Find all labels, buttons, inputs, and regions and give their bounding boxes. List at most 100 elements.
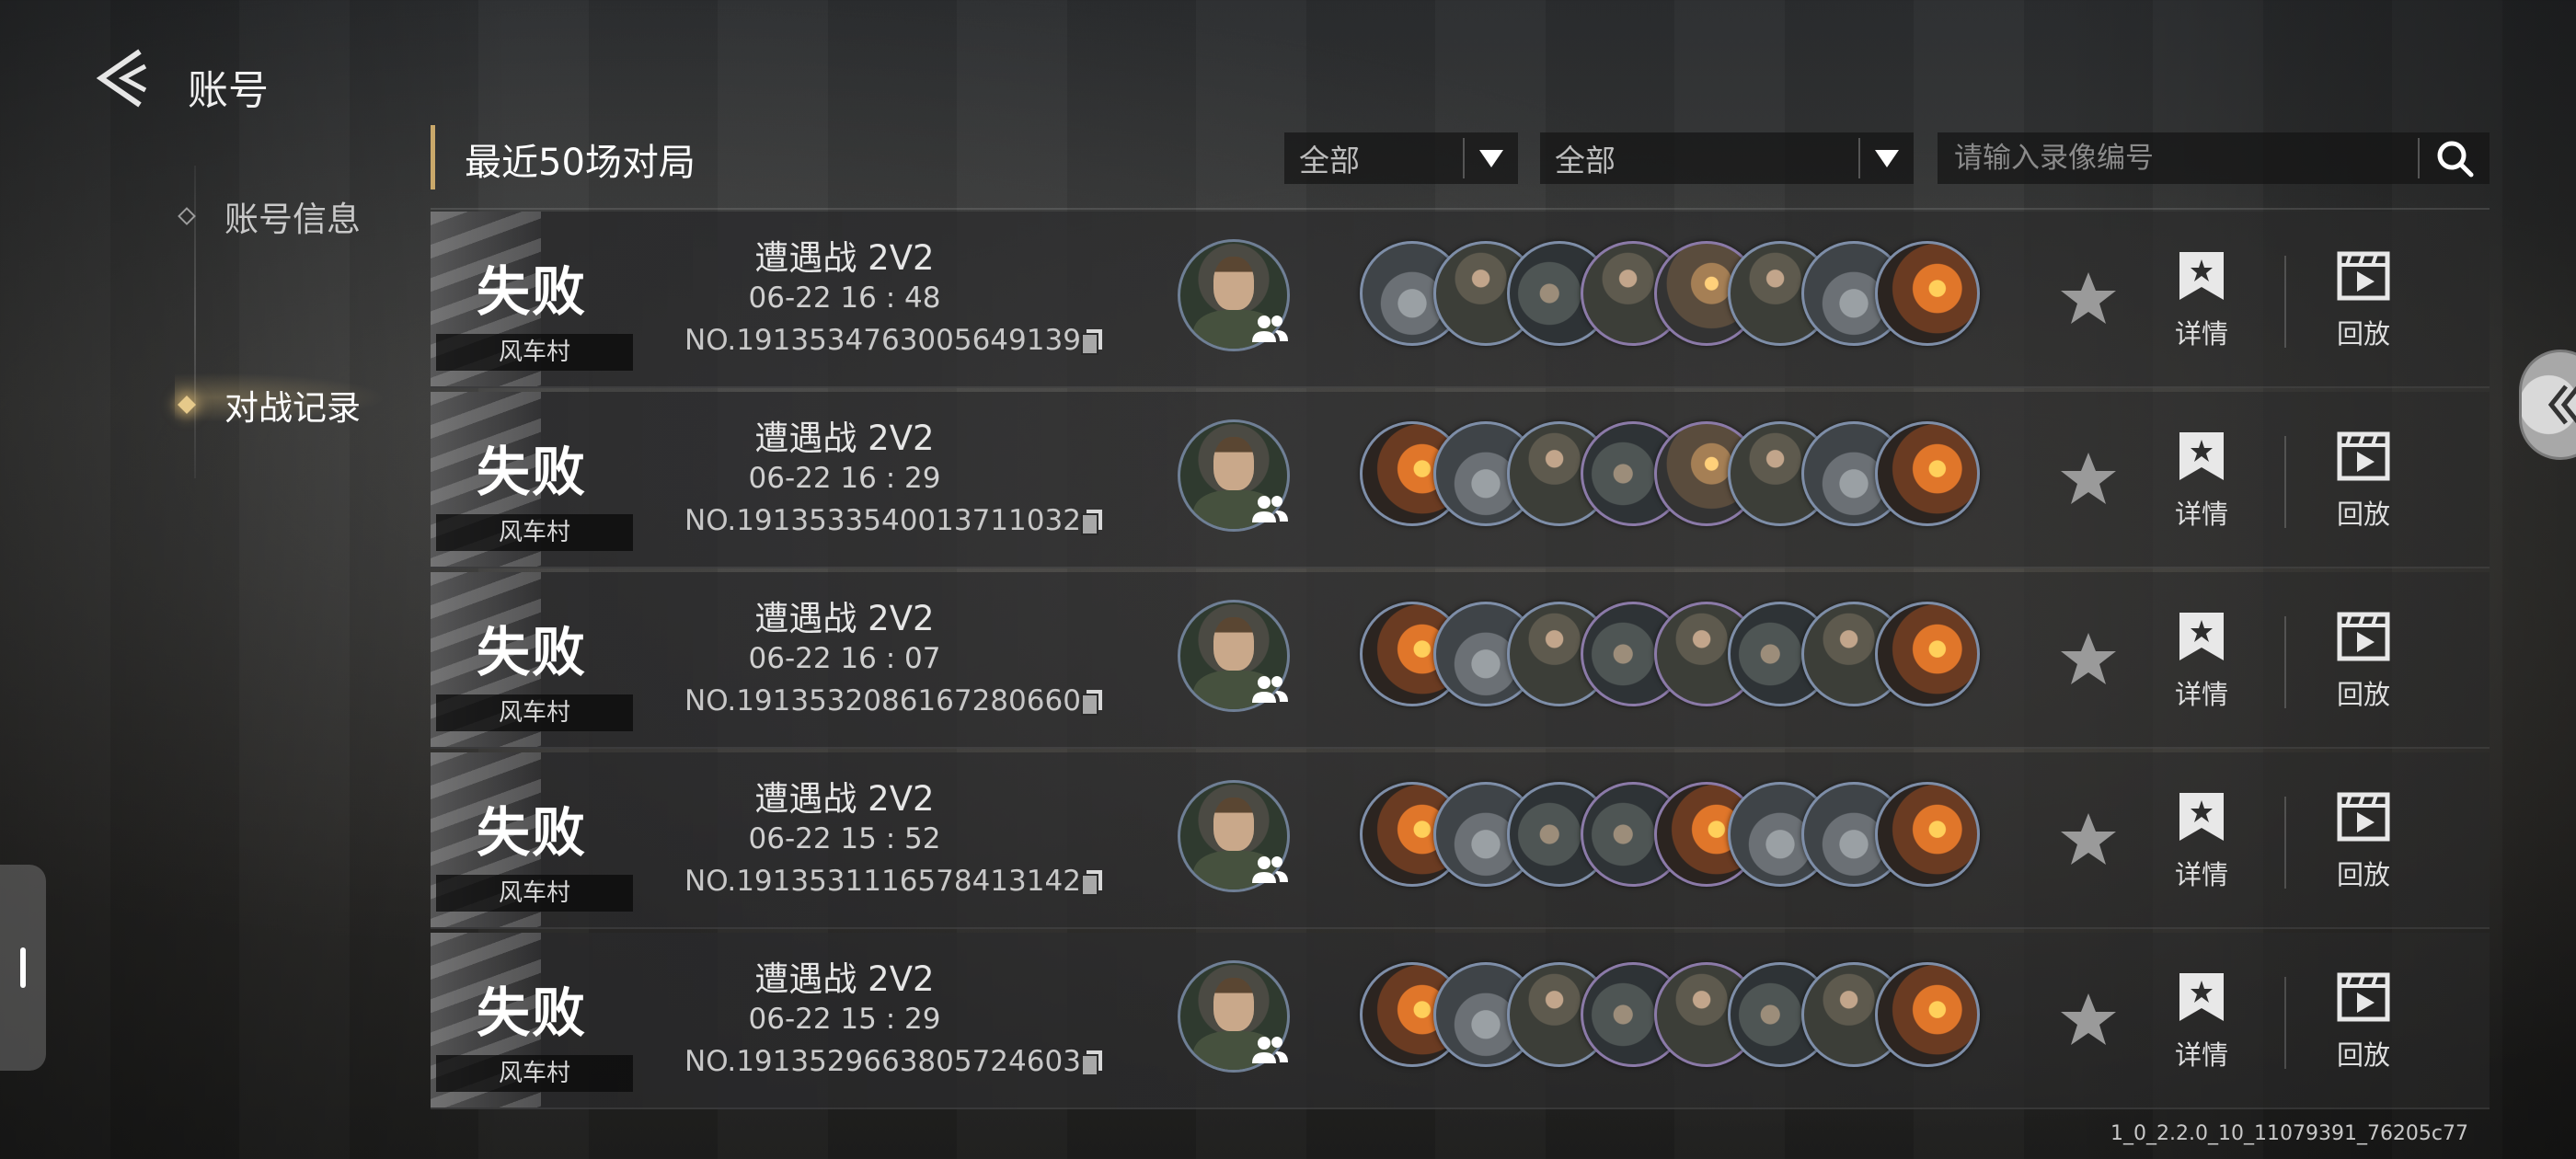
sidebar-item-label: 对战记录 xyxy=(224,388,361,428)
favorite-star-icon[interactable] xyxy=(2059,990,2118,1049)
copy-icon[interactable] xyxy=(1080,1049,1104,1076)
sidebar-item-battle-records[interactable]: 对战记录 xyxy=(178,380,361,430)
replay-id-search-input[interactable] xyxy=(1938,132,2418,185)
map-name: 风车村 xyxy=(436,514,633,551)
match-row: 失败 风车村 遭遇战 2V2 06-22 15 : 29 NO.19135296… xyxy=(431,933,2490,1109)
unit-card-icon[interactable] xyxy=(1875,421,1980,526)
details-button[interactable]: 详情 xyxy=(2160,248,2243,351)
details-bookmark-icon xyxy=(2179,432,2224,480)
match-row: 失败 风车村 遭遇战 2V2 06-22 16 : 48 NO.19135347… xyxy=(431,212,2490,388)
match-mode: 遭遇战 2V2 xyxy=(754,599,935,638)
details-bookmark-icon xyxy=(2179,613,2224,660)
search-box xyxy=(1938,132,2490,185)
double-chevron-left-icon xyxy=(2547,384,2576,425)
action-divider xyxy=(2284,436,2286,528)
unit-card-icon[interactable] xyxy=(1875,241,1980,346)
side-drawer-handle[interactable] xyxy=(0,865,46,1071)
match-id: NO.1913531116578413142 xyxy=(684,865,1081,898)
dropdown-arrow-icon xyxy=(1465,147,1518,169)
replay-label: 回放 xyxy=(2336,1039,2390,1071)
details-label: 详情 xyxy=(2174,1039,2228,1071)
page-title: 账号 xyxy=(188,67,269,114)
match-result: 失败 xyxy=(477,441,588,503)
replay-button[interactable]: 回放 xyxy=(2322,970,2405,1073)
header-divider xyxy=(431,208,2490,210)
match-list: 失败 风车村 遭遇战 2V2 06-22 16 : 48 NO.19135347… xyxy=(431,212,2490,1113)
action-divider xyxy=(2284,616,2286,708)
match-mode: 遭遇战 2V2 xyxy=(754,779,935,819)
favorite-star-icon[interactable] xyxy=(2059,809,2118,868)
unit-card-icon[interactable] xyxy=(1875,602,1980,706)
details-button[interactable]: 详情 xyxy=(2160,609,2243,712)
details-bookmark-icon xyxy=(2179,252,2224,300)
avatar-face xyxy=(1213,257,1254,310)
match-result: 失败 xyxy=(477,981,588,1044)
match-row: 失败 风车村 遭遇战 2V2 06-22 16 : 29 NO.19135335… xyxy=(431,392,2490,568)
details-label: 详情 xyxy=(2174,859,2228,890)
avatar-face xyxy=(1213,437,1254,490)
replay-button[interactable]: 回放 xyxy=(2322,429,2405,532)
replay-film-icon xyxy=(2337,972,2390,1022)
replay-button[interactable]: 回放 xyxy=(2322,789,2405,892)
team-icon[interactable] xyxy=(1249,313,1290,344)
details-label: 详情 xyxy=(2174,318,2228,350)
details-button[interactable]: 详情 xyxy=(2160,970,2243,1073)
team-icon[interactable] xyxy=(1249,854,1290,885)
details-button[interactable]: 详情 xyxy=(2160,789,2243,892)
action-divider xyxy=(2284,256,2286,348)
dropdown-arrow-icon xyxy=(1860,147,1914,169)
details-bookmark-icon xyxy=(2179,793,2224,841)
match-mode: 遭遇战 2V2 xyxy=(754,419,935,458)
match-result: 失败 xyxy=(477,260,588,323)
unit-card-icon[interactable] xyxy=(1875,962,1980,1067)
match-time: 06-22 16 : 29 xyxy=(748,462,941,495)
avatar-face xyxy=(1213,798,1254,851)
favorite-star-icon[interactable] xyxy=(2059,269,2118,327)
version-label: 1_0_2.2.0_10_11079391_76205c77 xyxy=(2110,1122,2469,1145)
details-button[interactable]: 详情 xyxy=(2160,429,2243,532)
favorite-star-icon[interactable] xyxy=(2059,629,2118,688)
match-time: 06-22 15 : 29 xyxy=(748,1003,941,1036)
favorite-star-icon[interactable] xyxy=(2059,449,2118,508)
match-id: NO.1913534763005649139 xyxy=(684,324,1081,357)
diamond-icon xyxy=(178,207,196,225)
details-label: 详情 xyxy=(2174,679,2228,710)
search-button[interactable] xyxy=(2420,132,2490,184)
copy-icon[interactable] xyxy=(1080,868,1104,896)
sidebar-item-account-info[interactable]: 账号信息 xyxy=(178,191,361,241)
unit-card-icon[interactable] xyxy=(1875,782,1980,887)
replay-film-icon xyxy=(2337,431,2390,481)
avatar-face xyxy=(1213,978,1254,1031)
team-icon[interactable] xyxy=(1249,493,1290,524)
copy-icon[interactable] xyxy=(1080,508,1104,535)
team-icon[interactable] xyxy=(1249,673,1290,705)
filter-dropdown-2[interactable]: 全部 xyxy=(1540,132,1914,184)
copy-icon[interactable] xyxy=(1080,688,1104,716)
section-accent-bar xyxy=(431,125,435,189)
expand-panel-button[interactable] xyxy=(2519,350,2576,460)
section-title: 最近50场对局 xyxy=(465,142,696,184)
replay-button[interactable]: 回放 xyxy=(2322,609,2405,712)
replay-label: 回放 xyxy=(2336,318,2390,350)
back-arrow-icon xyxy=(96,49,147,108)
replay-label: 回放 xyxy=(2336,859,2390,890)
filter-dropdown-1[interactable]: 全部 xyxy=(1284,132,1518,184)
match-id: NO.1913529663805724603 xyxy=(684,1045,1081,1078)
replay-film-icon xyxy=(2337,792,2390,842)
diamond-icon xyxy=(178,396,196,414)
copy-icon[interactable] xyxy=(1080,327,1104,355)
match-row: 失败 风车村 遭遇战 2V2 06-22 15 : 52 NO.19135311… xyxy=(431,752,2490,929)
match-result: 失败 xyxy=(477,621,588,683)
replay-button[interactable]: 回放 xyxy=(2322,248,2405,351)
replay-label: 回放 xyxy=(2336,679,2390,710)
dropdown-value: 全部 xyxy=(1555,143,1616,178)
team-icon[interactable] xyxy=(1249,1034,1290,1065)
handle-bar xyxy=(20,947,26,988)
details-label: 详情 xyxy=(2174,499,2228,530)
map-name: 风车村 xyxy=(436,1055,633,1092)
match-id: NO.1913532086167280660 xyxy=(684,684,1081,717)
dropdown-value: 全部 xyxy=(1299,143,1360,178)
replay-label: 回放 xyxy=(2336,499,2390,530)
back-button[interactable] xyxy=(92,46,156,110)
map-name: 风车村 xyxy=(436,334,633,371)
